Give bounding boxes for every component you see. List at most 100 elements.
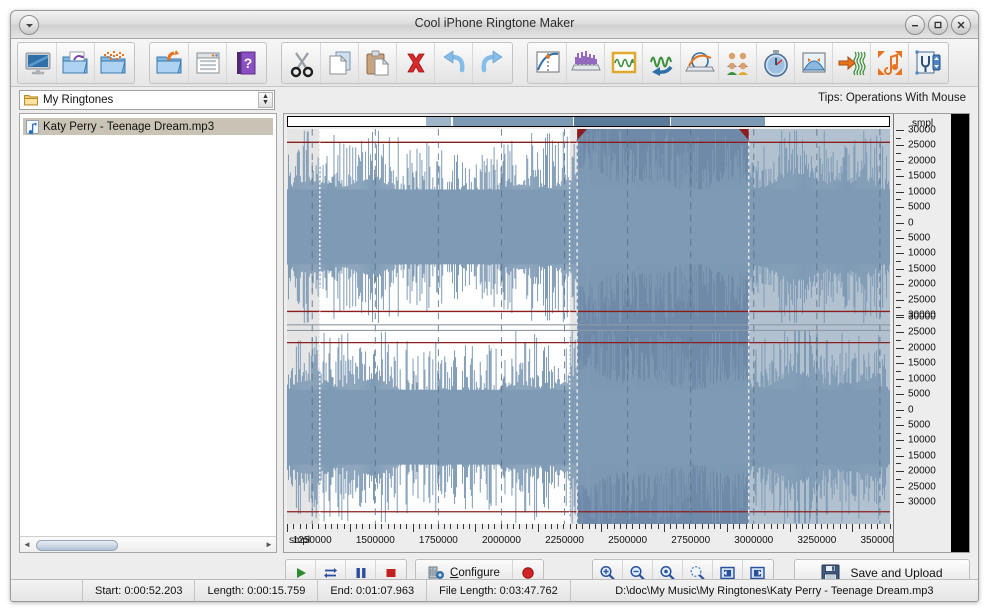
maximize-icon — [933, 20, 943, 30]
normalize-button[interactable] — [605, 43, 643, 83]
x-axis-tick — [475, 524, 476, 532]
y-axis-tick-label: 5000 — [908, 202, 930, 213]
file-list-hscrollbar[interactable]: ◄ ► — [20, 536, 276, 552]
x-axis-tick — [702, 524, 703, 529]
save-as-button[interactable] — [151, 43, 189, 83]
overview-strip[interactable] — [287, 116, 890, 127]
minimize-button[interactable] — [905, 15, 925, 35]
x-axis-tick — [538, 524, 539, 532]
amplify-icon — [799, 48, 829, 78]
spectrum-button[interactable] — [567, 43, 605, 83]
window-controls — [905, 15, 971, 35]
page-title: Cool iPhone Ringtone Maker — [11, 16, 978, 30]
record-dot-icon — [521, 566, 535, 580]
x-axis-tick — [463, 524, 464, 529]
y-axis-tick-label: 20000 — [908, 466, 936, 477]
x-axis-tick — [689, 524, 690, 529]
y-axis-minor-tick — [896, 417, 901, 418]
spinner-down-icon: ▼ — [262, 100, 269, 106]
copy-button[interactable] — [321, 43, 359, 83]
pitch-button[interactable] — [909, 43, 947, 83]
amplify-button[interactable] — [795, 43, 833, 83]
mix-button[interactable] — [719, 43, 757, 83]
x-axis-tick — [764, 524, 765, 529]
fade-curve-button[interactable] — [529, 43, 567, 83]
x-axis-tick — [651, 524, 652, 529]
y-axis-minor-tick — [896, 276, 901, 277]
new-project-button[interactable] — [19, 43, 57, 83]
undo-button[interactable] — [435, 43, 473, 83]
y-axis-tick-label: 5000 — [908, 389, 930, 400]
y-axis-minor-tick — [896, 356, 901, 357]
x-axis-tick — [582, 524, 583, 529]
waveform-panel[interactable]: smpl125000015000001750000200000022500002… — [283, 113, 970, 553]
configure-rest: onfigure — [458, 567, 500, 579]
x-axis-tick — [752, 524, 753, 529]
panel-black-strip — [951, 114, 969, 552]
x-axis-tick — [350, 524, 351, 532]
status-end: End: 0:01:07.963 — [318, 580, 427, 601]
status-file-length: File Length: 0:03:47.762 — [427, 580, 571, 601]
y-axis-minor-tick — [896, 169, 901, 170]
y-axis-tick — [896, 145, 904, 146]
x-axis-tick — [601, 524, 602, 532]
list-item[interactable]: Katy Perry - Teenage Dream.mp3 — [23, 118, 273, 135]
open-audio-folder-button[interactable] — [95, 43, 133, 83]
y-axis-minor-tick — [896, 153, 901, 154]
y-axis-tick-label: 20000 — [908, 155, 936, 166]
delete-button[interactable] — [397, 43, 435, 83]
y-axis-minor-tick — [896, 371, 901, 372]
y-axis-tick-label: 0 — [908, 404, 914, 415]
y-axis-ruler: smpl 30000300002500025000200002000015000… — [893, 114, 951, 552]
y-axis-tick — [896, 130, 904, 131]
scroll-left-button[interactable]: ◄ — [20, 538, 34, 552]
waveform-area[interactable]: smpl125000015000001750000200000022500002… — [284, 114, 893, 552]
convert-button[interactable] — [833, 43, 871, 83]
scroll-thumb[interactable] — [36, 540, 118, 551]
x-axis-tick — [777, 524, 778, 529]
y-axis-tick — [896, 284, 904, 285]
paste-button[interactable] — [359, 43, 397, 83]
status-bar: Start: 0:00:52.203 Length: 0:00:15.759 E… — [11, 579, 978, 601]
y-axis-tick-label: 25000 — [908, 140, 936, 151]
redo-button[interactable] — [473, 43, 511, 83]
cut-button[interactable] — [283, 43, 321, 83]
x-axis-tick — [519, 524, 520, 529]
x-axis-tick — [720, 524, 721, 529]
x-axis-tick — [683, 524, 684, 529]
y-axis-minor-tick — [896, 199, 901, 200]
y-axis-tick-label: 5000 — [908, 232, 930, 243]
maximize-button[interactable] — [928, 15, 948, 35]
x-axis-tick — [507, 524, 508, 529]
help-button[interactable]: ? — [227, 43, 265, 83]
x-axis-tick — [877, 524, 878, 529]
reverse-button[interactable] — [643, 43, 681, 83]
y-axis-minor-tick — [896, 261, 901, 262]
x-axis-tick — [576, 524, 577, 529]
scroll-right-button[interactable]: ► — [262, 538, 276, 552]
timer-button[interactable] — [757, 43, 795, 83]
list-window-icon — [193, 48, 223, 78]
x-axis-tick — [890, 524, 891, 529]
close-button[interactable] — [951, 15, 971, 35]
folder-combo-spinner[interactable]: ▲ ▼ — [258, 92, 273, 108]
x-axis-tick-label: 3000000 — [734, 535, 773, 546]
y-axis-minor-tick — [896, 494, 901, 495]
toolbar-group-effects — [527, 42, 949, 84]
folder-combo[interactable]: My Ringtones ▲ ▼ — [19, 90, 275, 110]
stretch-button[interactable] — [871, 43, 909, 83]
properties-button[interactable] — [189, 43, 227, 83]
scroll-track[interactable] — [34, 539, 262, 551]
waveform-canvas[interactable] — [287, 129, 890, 524]
x-axis-tick-label: 1750000 — [419, 535, 458, 546]
file-list[interactable]: Katy Perry - Teenage Dream.mp3 — [20, 114, 276, 536]
x-axis-tick — [488, 524, 489, 529]
x-axis-tick — [431, 524, 432, 529]
y-axis-tick — [896, 253, 904, 254]
open-file-button[interactable] — [57, 43, 95, 83]
x-axis-tick — [406, 524, 407, 529]
stop-icon — [385, 566, 397, 580]
equalizer-button[interactable] — [681, 43, 719, 83]
y-axis-tick — [896, 176, 904, 177]
y-axis-tick — [896, 440, 904, 441]
